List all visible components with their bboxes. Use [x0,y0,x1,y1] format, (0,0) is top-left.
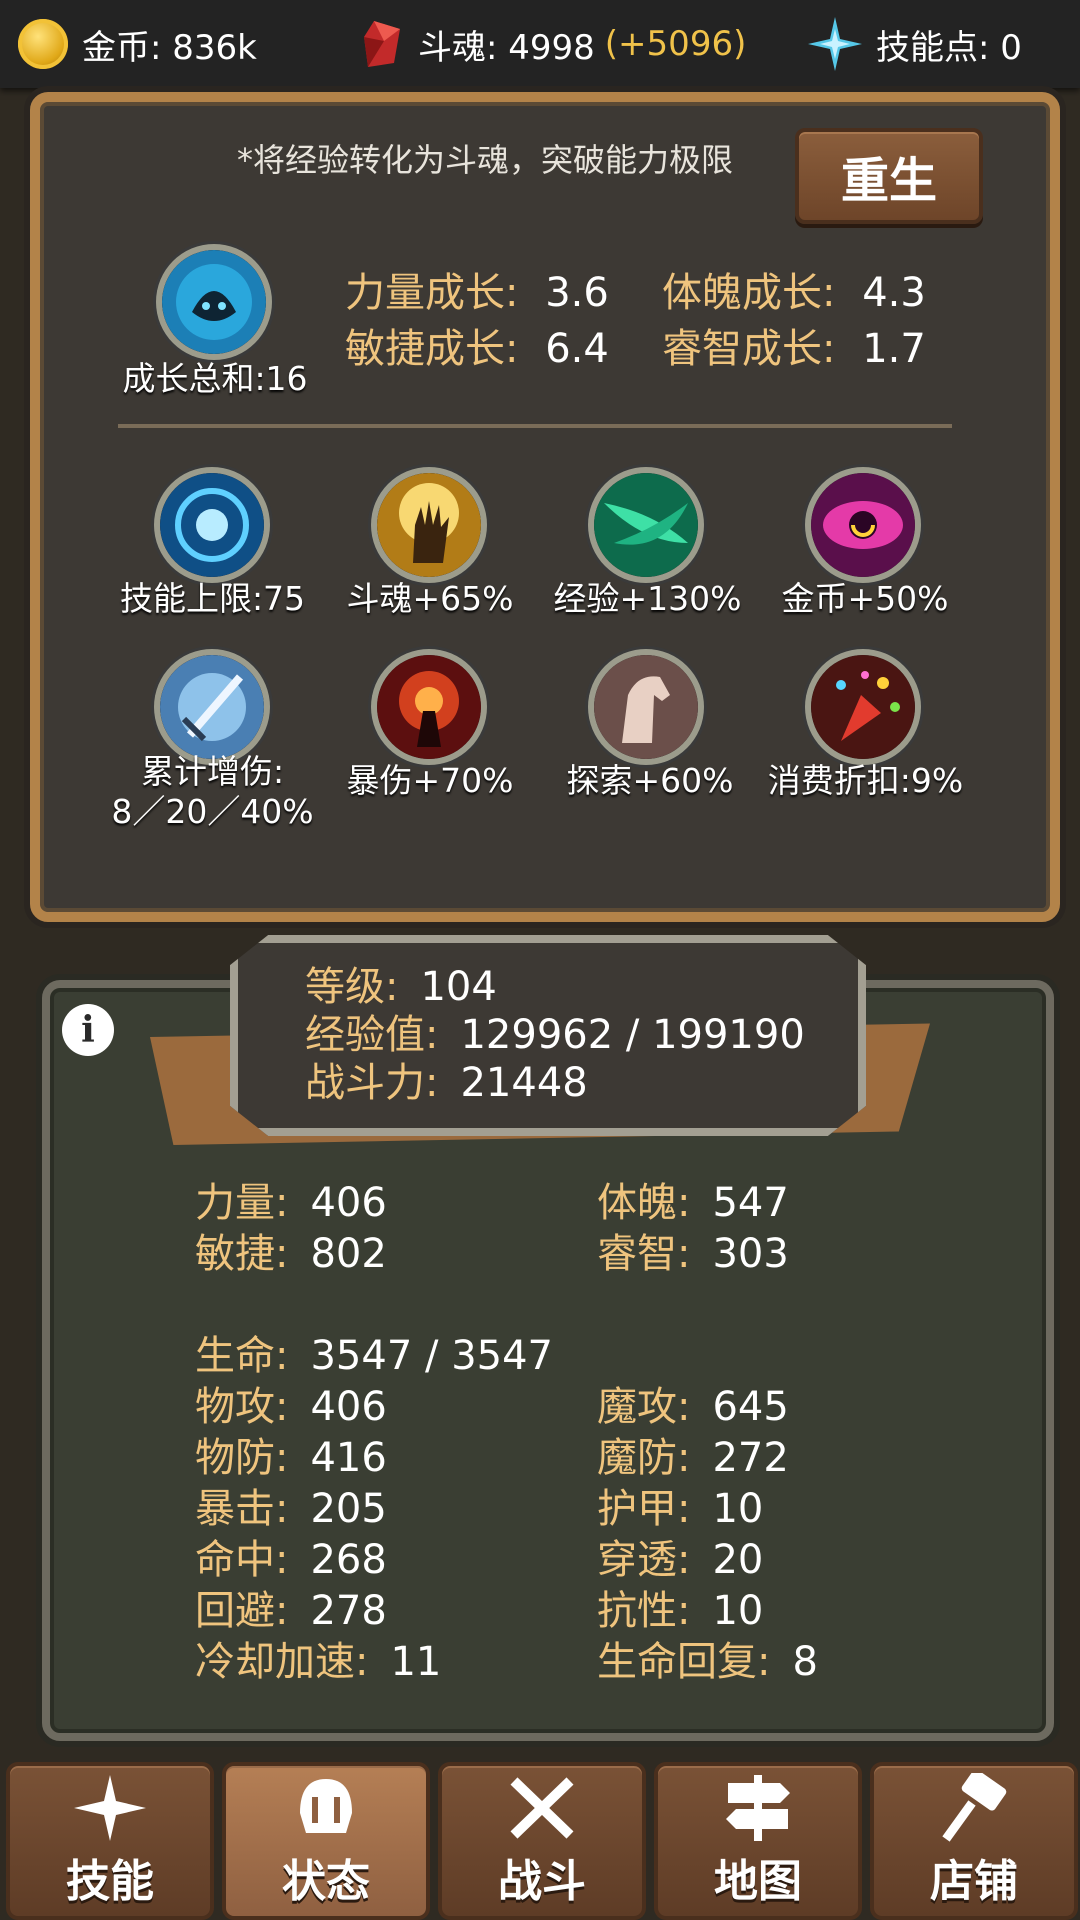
soul-hand-icon[interactable] [377,473,481,577]
nav-map[interactable]: 地图 [654,1762,862,1920]
perk-label-explore: 探索+60% [566,761,734,800]
soul-counter: 斗魂: 4998 (+5096) [360,0,746,88]
perk-label-soul: 斗魂+65% [346,579,514,618]
sparkle-icon [74,1775,146,1841]
nav-battle[interactable]: 战斗 [438,1762,646,1920]
panel-divider [118,424,952,428]
perk-label-experience: 经验+130% [553,579,742,618]
perk-label-gold: 金币+50% [781,579,949,618]
stat-magic-attack: 魔攻: 645 [597,1384,789,1430]
red-crystal-icon [364,21,400,67]
sword-icon[interactable] [160,655,264,759]
stat-constitution: 体魄: 547 [597,1180,789,1226]
party-popper-icon[interactable] [811,655,915,759]
top-resource-bar: 金币: 836k 斗魂: 4998 (+5096) 技能点: 0 [0,0,1080,88]
blue-star-icon [808,17,862,71]
horse-icon[interactable] [594,655,698,759]
stat-critical: 暴击: 205 [195,1486,387,1532]
stat-agility: 敏捷: 802 [195,1231,387,1277]
stat-cooldown: 冷却加速: 11 [195,1639,442,1685]
rebirth-hint: *将经验转化为斗魂，突破能力极限 [236,141,733,179]
stat-wisdom: 睿智: 303 [597,1231,789,1277]
experience-icon[interactable] [594,473,698,577]
skill-points-label: 技能点: 0 [876,27,1022,68]
stat-evasion: 回避: 278 [195,1588,387,1634]
gold-counter: 金币: 836k [18,0,257,88]
growth-total-label: 成长总和:16 [122,359,308,398]
nav-status[interactable]: 状态 [222,1762,430,1920]
combat-power-line: 战斗力: 21448 [305,1060,588,1106]
stat-penetration: 穿透: 20 [597,1537,764,1583]
stat-resistance: 抗性: 10 [597,1588,764,1634]
hammer-icon [942,1773,1007,1842]
gold-coin-icon [18,19,68,69]
perk-label-crit-damage: 暴伤+70% [346,761,514,800]
nav-shop[interactable]: 店铺 [870,1762,1078,1920]
rebirth-button[interactable]: 重生 [795,128,983,224]
stat-physical-attack: 物攻: 406 [195,1384,387,1430]
gold-label: 金币: 836k [82,27,257,68]
stat-hp-regen: 生命回复: 8 [597,1639,818,1685]
perk-label-skill-cap: 技能上限:75 [119,579,306,618]
perk-label-discount: 消费折扣:9% [767,761,964,800]
wisdom-growth: 睿智成长: 1.7 [662,326,926,372]
stat-armor: 护甲: 10 [597,1486,764,1532]
soul-bonus: (+5096) [604,24,747,64]
soul-label: 斗魂: 4998 [418,27,595,68]
strength-growth: 力量成长: 3.6 [345,270,609,316]
nav-skills[interactable]: 技能 [6,1762,214,1920]
info-icon[interactable]: i [62,1004,114,1056]
skill-points-counter: 技能点: 0 [806,0,1022,88]
agility-growth: 敏捷成长: 6.4 [345,326,609,372]
helmet-icon [300,1779,352,1833]
stat-magic-defense: 魔防: 272 [597,1435,789,1481]
perk-label-cumulative-damage: 累计增伤: 8／20／40% [111,752,314,831]
crit-damage-icon[interactable] [377,655,481,759]
skill-cap-icon[interactable] [160,473,264,577]
constitution-growth: 体魄成长: 4.3 [662,270,926,316]
growth-total-icon[interactable] [162,250,266,354]
stat-hp: 生命: 3547 / 3547 [195,1333,553,1379]
gold-eye-icon[interactable] [811,473,915,577]
stat-strength: 力量: 406 [195,1180,387,1226]
signpost-icon [726,1775,790,1841]
crossed-swords-icon [510,1777,574,1839]
stat-physical-defense: 物防: 416 [195,1435,387,1481]
stat-accuracy: 命中: 268 [195,1537,387,1583]
